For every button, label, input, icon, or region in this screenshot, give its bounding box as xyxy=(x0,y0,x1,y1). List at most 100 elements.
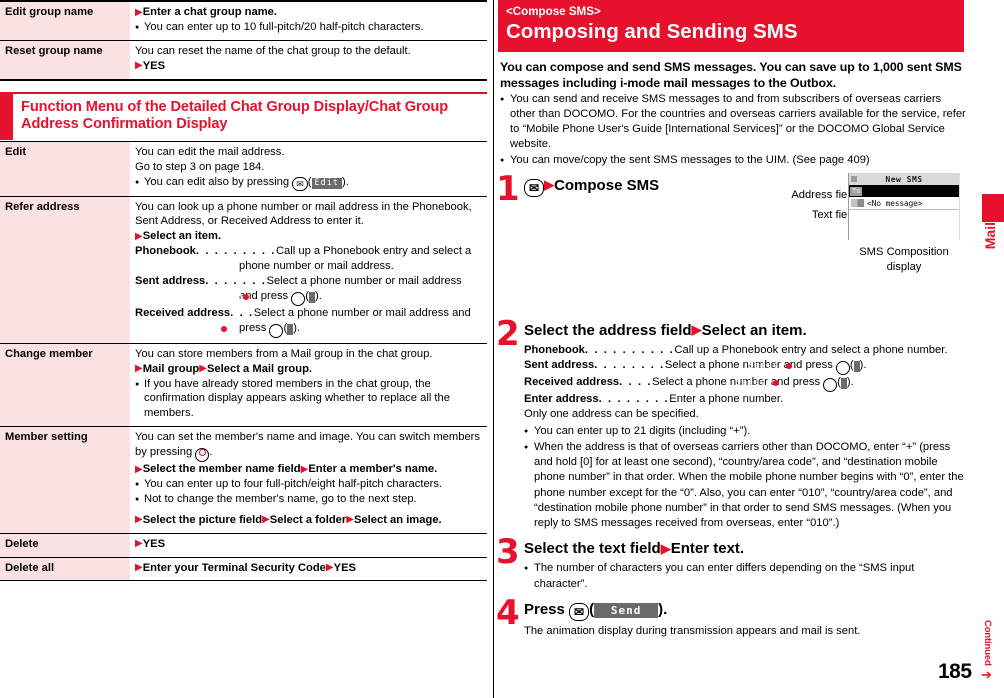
row-line-hang: Received address. . .Select a phone numb… xyxy=(135,306,482,338)
row-line: ▶YES xyxy=(135,537,482,552)
line-text: You can enter up to four full-pitch/eigh… xyxy=(144,478,443,490)
mail-key-icon: ✉ xyxy=(524,178,545,197)
line-text: Not to change the member's name, go to t… xyxy=(144,492,417,505)
row-line-bullet: You can edit also by pressing ✉(Edit). xyxy=(135,175,482,191)
line-text: You can edit also by pressing xyxy=(144,175,293,188)
option-label: Phonebook xyxy=(135,245,196,258)
side-tab-marker xyxy=(982,194,1004,222)
table-row: Reset group name You can reset the name … xyxy=(0,39,487,79)
option-label: Sent address xyxy=(524,359,595,372)
callout-address-field: Address field xyxy=(728,189,894,201)
step-3: 3 Select the text field▶Enter text. The … xyxy=(496,535,968,591)
row-line-bullet: If you have already stored members in th… xyxy=(135,377,482,422)
option-label: Phonebook xyxy=(524,343,585,356)
phone-text-field[interactable]: <No message> xyxy=(849,197,959,210)
table-row: Edit You can edit the mail address. Go t… xyxy=(0,140,487,197)
phone-screen-body xyxy=(849,210,959,240)
section-title: Function Menu of the Detailed Chat Group… xyxy=(21,98,449,133)
intro-bullets: You can send and receive SMS messages to… xyxy=(500,92,968,168)
phone-text-value: <No message> xyxy=(867,198,923,208)
softkey-label: Select xyxy=(749,361,860,373)
dot-leader: . . . . . . . . . . xyxy=(584,343,675,356)
row-line: You can look up a phone number or mail a… xyxy=(135,200,482,230)
line-text: You can edit the mail address. xyxy=(135,145,285,158)
arrow-icon: ▶ xyxy=(262,514,270,526)
row-line: You can reset the name of the chat group… xyxy=(135,44,482,59)
row-value: You can store members from a Mail group … xyxy=(130,342,487,427)
line-text: If you have already stored members in th… xyxy=(144,377,450,420)
step-title: Select the address field▶Select an item. xyxy=(524,322,968,340)
option-row: Phonebook. . . . . . . . . .Call up a Ph… xyxy=(524,343,968,358)
row-line-bullet: Not to change the member's name, go to t… xyxy=(135,492,482,507)
step-title-text: Press xyxy=(524,600,565,618)
arrow-icon: ▶ xyxy=(325,562,334,574)
line-text: You can look up a phone number or mail a… xyxy=(135,200,472,228)
center-key-icon xyxy=(785,361,850,376)
arrow-icon: ▶ xyxy=(660,540,671,556)
dot-leader: . . . . . . . . xyxy=(594,359,665,372)
center-key-dot xyxy=(773,380,780,387)
step-title-text: ). xyxy=(658,600,668,618)
option-label: Sent address xyxy=(135,274,206,287)
row-value: You can set the member's name and image.… xyxy=(130,426,487,534)
row-value: ▶YES xyxy=(130,532,487,558)
line-text: . xyxy=(345,175,349,188)
step-3-sub: The number of characters you can enter d… xyxy=(524,561,968,591)
line-text: You can reset the name of the chat group… xyxy=(135,44,411,57)
arrow-icon: ▶ xyxy=(135,60,143,72)
option-row: Enter address. . . . . . . .Enter a phon… xyxy=(524,392,968,407)
line-text: Enter your Terminal Security Code xyxy=(142,561,326,574)
continued-arrow-icon: ➔ xyxy=(981,667,992,682)
phone-screenshot: New SMS To <No message> xyxy=(848,173,960,240)
step-number: 1 xyxy=(496,168,520,209)
step-title: Select the text field▶Enter text. xyxy=(524,540,968,558)
step-3-bullet: The number of characters you can enter d… xyxy=(524,561,968,591)
figure-caption: SMS Composition display xyxy=(859,246,949,273)
step-4: 4 Press ✉(Send). The animation display d… xyxy=(496,596,968,639)
line-text: Go to step 3 on page 184. xyxy=(135,160,265,173)
line-text: YES xyxy=(333,561,356,574)
row-line: You can edit the mail address. xyxy=(135,145,482,160)
option-row: Received address. . . .Select a phone nu… xyxy=(524,375,968,393)
softkey-label: Edit xyxy=(311,177,342,189)
row-line: ▶Enter your Terminal Security Code▶YES xyxy=(135,561,482,576)
row-value: You can look up a phone number or mail a… xyxy=(130,195,487,344)
line-text: Select an item. xyxy=(142,230,222,243)
row-line: ▶Select the member name field▶Enter a me… xyxy=(135,462,482,477)
step-4-sub: The animation display during transmissio… xyxy=(524,624,968,639)
mail-key-icon: ✉ xyxy=(569,602,590,621)
continued-label: Continued xyxy=(982,620,993,666)
step-title-text: Select the text field xyxy=(524,540,661,558)
row-line: Go to step 3 on page 184. xyxy=(135,160,482,175)
row-line: ▶Select an item. xyxy=(135,229,482,244)
bullet-text: You can send and receive SMS messages to… xyxy=(510,92,966,150)
cursor-ring xyxy=(198,449,206,457)
to-tag: To xyxy=(850,186,863,196)
dot-leader: . . . . xyxy=(619,376,653,389)
step-title-text: Select an item. xyxy=(701,321,807,339)
text-field-icon xyxy=(851,199,864,207)
step-number: 3 xyxy=(496,532,520,573)
row-key: Member setting xyxy=(0,426,130,534)
arrow-icon: ▶ xyxy=(135,363,143,375)
phone-address-field[interactable]: To xyxy=(849,185,959,197)
line-text: . xyxy=(863,359,867,372)
dot-leader: . . . . . . . . . xyxy=(195,245,276,258)
section-red-bar xyxy=(0,93,13,140)
line-text: . xyxy=(850,376,854,389)
row-key: Delete xyxy=(0,532,130,558)
dot-leader: . . . . . . . xyxy=(205,274,267,287)
lead-paragraph: You can compose and send SMS messages. Y… xyxy=(500,59,962,90)
arrow-icon: ▶ xyxy=(346,514,354,526)
function-menu-table-top: Edit group name ▶Enter a chat group name… xyxy=(0,0,487,79)
line-text: . xyxy=(296,321,301,334)
left-column: Edit group name ▶Enter a chat group name… xyxy=(0,0,487,698)
table-row: Edit group name ▶Enter a chat group name… xyxy=(0,0,487,41)
row-line-hang: Phonebook. . . . . . . . .Call up a Phon… xyxy=(135,244,482,274)
dot-leader: . . . xyxy=(230,306,254,319)
softkey-label: Select xyxy=(186,323,294,335)
row-value: ▶Enter your Terminal Security Code▶YES xyxy=(130,556,487,582)
arrow-icon: ▶ xyxy=(135,463,143,475)
line-text: Select an image. xyxy=(353,513,442,526)
bullet-text: You can move/copy the sent SMS messages … xyxy=(510,153,870,166)
